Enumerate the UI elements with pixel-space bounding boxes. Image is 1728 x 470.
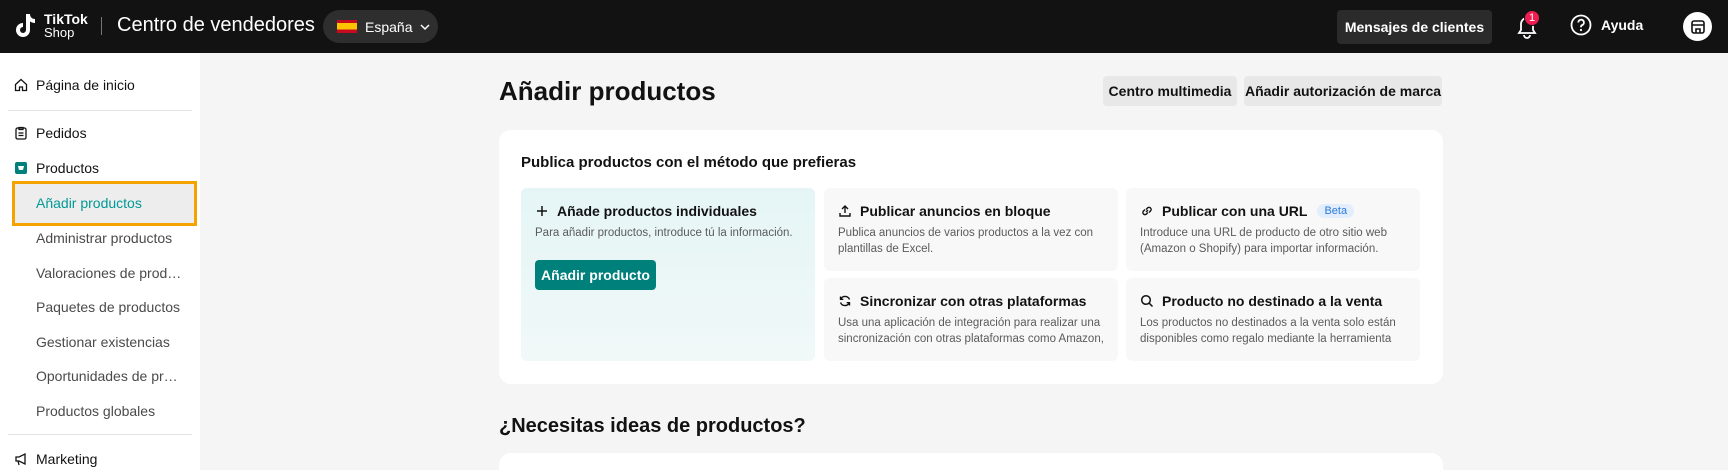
sidebar-item-marketing[interactable]: Marketing	[14, 451, 97, 467]
sidebar-item-products[interactable]: Productos	[14, 160, 99, 176]
sidebar-divider	[8, 434, 192, 435]
app-title: Centro de vendedores	[117, 14, 315, 36]
clipboard-icon	[15, 126, 27, 140]
product-box-icon	[15, 162, 27, 174]
page-title: Añadir productos	[499, 76, 716, 106]
sidebar-subitem-product-reviews[interactable]: Valoraciones de productos	[36, 265, 184, 281]
sidebar-item-label: Página de inicio	[36, 77, 135, 93]
publish-methods-card: Publica productos con el método que pref…	[499, 130, 1443, 384]
option-bulk-upload[interactable]: Publicar anuncios en bloque Publica anun…	[824, 188, 1118, 271]
option-title: Sincronizar con otras plataformas	[860, 293, 1087, 309]
topbar-divider	[101, 17, 102, 35]
option-title: Publicar anuncios en bloque	[860, 203, 1051, 219]
option-title: Producto no destinado a la venta	[1162, 293, 1383, 309]
sidebar-item-label: Pedidos	[36, 125, 87, 141]
store-icon	[1690, 19, 1705, 34]
option-add-individual[interactable]: Añade productos individuales Para añadir…	[521, 188, 815, 361]
megaphone-icon	[15, 452, 26, 466]
home-icon	[14, 78, 28, 92]
option-description: Publica anuncios de varios productos a l…	[838, 227, 1094, 255]
sidebar-item-label: Marketing	[36, 451, 98, 467]
sidebar: Página de inicio Pedidos Productos Añadi…	[0, 53, 200, 470]
option-description: Para añadir productos, introduce tú la i…	[535, 227, 793, 239]
sidebar-subitem-label: Añadir productos	[36, 195, 142, 211]
sync-icon	[839, 295, 851, 307]
search-icon	[1140, 294, 1154, 308]
plus-icon	[537, 206, 547, 216]
card-title: Publica productos con el método que pref…	[521, 154, 857, 171]
customer-messages-button[interactable]: Mensajes de clientes	[1337, 10, 1492, 44]
sidebar-item-home[interactable]: Página de inicio	[14, 77, 135, 93]
sidebar-subitem-global-products[interactable]: Productos globales	[36, 403, 184, 419]
country-label: España	[365, 18, 413, 35]
upload-icon	[839, 205, 851, 217]
chevron-down-icon	[420, 23, 431, 30]
sidebar-subitem-manage-products[interactable]: Administrar productos	[36, 230, 184, 246]
beta-badge: Beta	[1317, 204, 1355, 218]
option-sync-platforms[interactable]: Sincronizar con otras plataformas Usa un…	[824, 278, 1118, 361]
tiktok-shop-logo[interactable]: TikTok Shop	[14, 12, 88, 40]
tiktok-logo-icon	[16, 14, 35, 37]
option-description: Usa una aplicación de integración para r…	[838, 317, 1104, 345]
link-icon	[1142, 206, 1152, 216]
sidebar-subitem-manage-inventory[interactable]: Gestionar existencias	[36, 334, 184, 350]
spain-flag-icon	[337, 20, 357, 33]
brand-line2: Shop	[44, 25, 75, 40]
option-title: Publicar con una URL	[1162, 203, 1308, 219]
sidebar-subitem-product-bundles[interactable]: Paquetes de productos	[36, 299, 184, 315]
option-publish-url[interactable]: Publicar con una URL Beta Introduce una …	[1126, 188, 1420, 271]
media-center-button[interactable]: Centro multimedia	[1103, 76, 1237, 106]
sidebar-subitem-add-products[interactable]: Añadir productos	[12, 181, 197, 226]
option-description: Introduce una URL de producto de otro si…	[1140, 227, 1387, 255]
help-button[interactable]: Ayuda	[1570, 14, 1643, 36]
option-title: Añade productos individuales	[557, 203, 757, 219]
option-not-for-sale[interactable]: Producto no destinado a la venta Los pro…	[1126, 278, 1420, 361]
product-ideas-heading: ¿Necesitas ideas de productos?	[499, 415, 806, 437]
brand-authorization-button[interactable]: Añadir autorización de marca	[1244, 76, 1442, 106]
sidebar-item-orders[interactable]: Pedidos	[14, 125, 87, 141]
product-ideas-card	[499, 453, 1443, 470]
help-label: Ayuda	[1601, 17, 1644, 33]
sidebar-item-label: Productos	[36, 160, 100, 176]
shop-account-icon[interactable]	[1683, 12, 1712, 41]
option-description: Los productos no destinados a la venta s…	[1140, 317, 1396, 345]
country-selector[interactable]: España	[323, 10, 438, 43]
sidebar-divider	[8, 110, 192, 111]
top-bar: TikTok Shop Centro de vendedores España …	[0, 0, 1728, 53]
sidebar-subitem-product-opportunities[interactable]: Oportunidades de productos	[36, 368, 184, 384]
add-product-button[interactable]: Añadir producto	[535, 260, 656, 290]
help-icon	[1570, 14, 1592, 36]
notification-badge: 1	[1524, 10, 1540, 26]
